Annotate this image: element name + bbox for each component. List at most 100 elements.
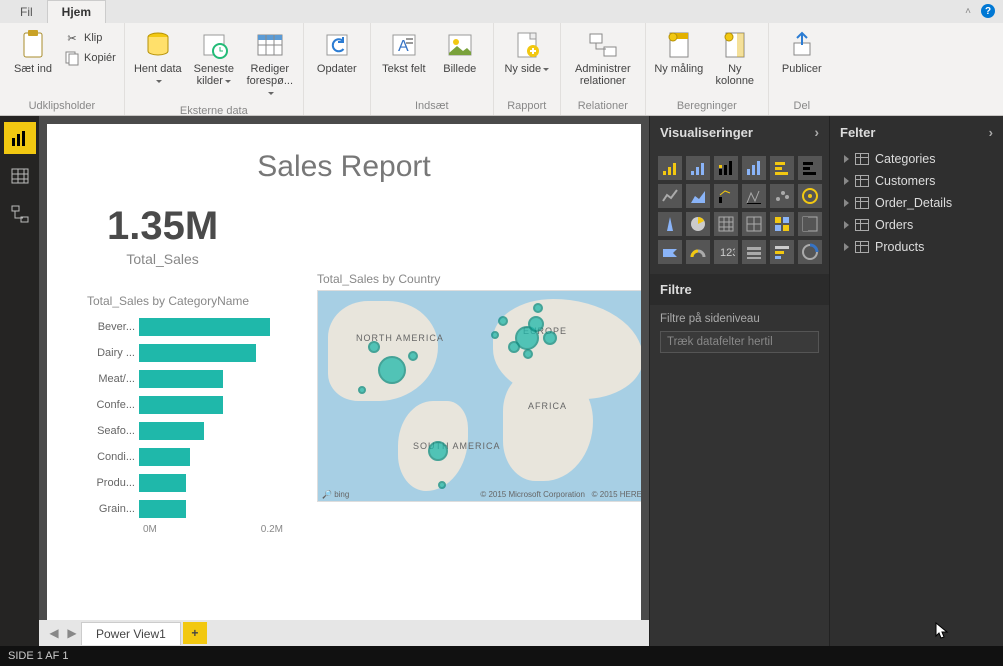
bar-row[interactable]: Grain... xyxy=(87,498,297,520)
get-data-button[interactable]: Hent data xyxy=(131,25,185,91)
publish-button[interactable]: Publicer xyxy=(775,25,829,79)
new-column-label: Ny kolonne xyxy=(708,63,762,87)
textbox-label: Tekst felt xyxy=(382,63,425,75)
nav-report-view[interactable] xyxy=(4,122,36,154)
field-table-label: Orders xyxy=(875,218,913,232)
column-icon xyxy=(719,29,751,61)
edit-queries-button[interactable]: Rediger forespø... xyxy=(243,25,297,103)
collapse-viz-icon[interactable]: › xyxy=(814,124,819,140)
tab-home[interactable]: Hjem xyxy=(47,0,106,23)
cut-button[interactable]: ✂ Klip xyxy=(62,29,118,47)
viz-type-icon[interactable] xyxy=(770,156,794,180)
bar-fill xyxy=(139,396,223,414)
viz-type-icon[interactable] xyxy=(742,240,766,264)
field-table-item[interactable]: Products xyxy=(830,236,1003,258)
viz-type-icon[interactable] xyxy=(770,212,794,236)
textbox-button[interactable]: A Tekst felt xyxy=(377,25,431,79)
image-label: Billede xyxy=(443,63,476,75)
viz-type-icon[interactable] xyxy=(770,184,794,208)
tab-file[interactable]: Fil xyxy=(6,1,47,23)
field-table-item[interactable]: Customers xyxy=(830,170,1003,192)
viz-type-icon[interactable] xyxy=(714,212,738,236)
bar-chart-axis: 0M0.2M xyxy=(143,524,283,535)
bar-row[interactable]: Confe... xyxy=(87,394,297,416)
new-measure-button[interactable]: Ny måling xyxy=(652,25,706,79)
viz-type-icon[interactable] xyxy=(770,240,794,264)
viz-type-icon[interactable] xyxy=(658,212,682,236)
viz-type-icon[interactable] xyxy=(798,184,822,208)
ribbon-group-share: Publicer Del xyxy=(769,23,835,115)
viz-type-icon[interactable] xyxy=(658,184,682,208)
viz-type-icon[interactable] xyxy=(742,184,766,208)
field-table-item[interactable]: Order_Details xyxy=(830,192,1003,214)
help-icon[interactable]: ? xyxy=(981,4,995,18)
viz-type-icon[interactable] xyxy=(686,240,710,264)
viz-type-icon[interactable] xyxy=(658,240,682,264)
bar-row[interactable]: Produ... xyxy=(87,472,297,494)
ribbon-group-external-data: Hent data Seneste kilder Rediger forespø… xyxy=(125,23,304,115)
filters-header: Filtre xyxy=(650,274,829,305)
add-page-button[interactable]: + xyxy=(183,622,207,644)
copy-button[interactable]: Kopiér xyxy=(62,49,118,67)
collapse-ribbon-icon[interactable]: ˄ xyxy=(965,6,971,17)
field-table-item[interactable]: Categories xyxy=(830,148,1003,170)
ribbon-group-relations: Administrer relationer Relationer xyxy=(561,23,646,115)
refresh-button[interactable]: Opdater xyxy=(310,25,364,79)
viz-type-icon[interactable] xyxy=(686,156,710,180)
viz-type-icon[interactable] xyxy=(714,156,738,180)
group-label-insert: Indsæt xyxy=(377,98,487,115)
refresh-label: Opdater xyxy=(317,63,357,75)
bar-row[interactable]: Meat/... xyxy=(87,368,297,390)
bar-row[interactable]: Dairy ... xyxy=(87,342,297,364)
map-visual[interactable]: Total_Sales by Country NORTH AMERICA EUR… xyxy=(317,272,641,502)
stage: Sales Report 1.35M Total_Sales Total_Sal… xyxy=(0,116,1003,646)
relations-icon xyxy=(587,29,619,61)
image-button[interactable]: Billede xyxy=(433,25,487,79)
fields-title: Felter xyxy=(840,125,875,140)
page-tab-next[interactable]: ▶ xyxy=(63,626,81,640)
table-edit-icon xyxy=(254,29,286,61)
ribbon-group-calculations: Ny måling Ny kolonne Beregninger xyxy=(646,23,769,115)
bar-row[interactable]: Bever... xyxy=(87,316,297,338)
paste-button[interactable]: Sæt ind xyxy=(6,25,60,79)
map-body[interactable]: NORTH AMERICA EUROPE AFRICA SOUTH AMERIC… xyxy=(317,290,641,502)
nav-model-view[interactable] xyxy=(4,198,36,230)
group-label-clipboard: Udklipsholder xyxy=(6,98,118,115)
bar-chart[interactable]: Total_Sales by CategoryName Bever...Dair… xyxy=(87,294,297,535)
viz-type-icon[interactable] xyxy=(742,212,766,236)
bar-category-label: Produ... xyxy=(87,477,139,489)
report-canvas[interactable]: Sales Report 1.35M Total_Sales Total_Sal… xyxy=(47,124,641,620)
map-title: Total_Sales by Country xyxy=(317,272,641,286)
measure-icon xyxy=(663,29,695,61)
ribbon-group-insert: A Tekst felt Billede Indsæt xyxy=(371,23,494,115)
expand-icon xyxy=(844,221,849,229)
table-icon xyxy=(855,219,869,231)
viz-type-icon[interactable] xyxy=(798,212,822,236)
group-label-report: Rapport xyxy=(500,98,554,115)
recent-sources-button[interactable]: Seneste kilder xyxy=(187,25,241,91)
nav-data-view[interactable] xyxy=(4,160,36,192)
viz-type-icon[interactable] xyxy=(798,156,822,180)
table-icon xyxy=(855,241,869,253)
viz-type-icon[interactable] xyxy=(686,184,710,208)
viz-type-icon[interactable] xyxy=(798,240,822,264)
new-page-button[interactable]: Ny side xyxy=(500,25,554,79)
collapse-fields-icon[interactable]: › xyxy=(989,125,993,140)
field-table-item[interactable]: Orders xyxy=(830,214,1003,236)
page-tab[interactable]: Power View1 xyxy=(81,622,181,645)
bar-row[interactable]: Condi... xyxy=(87,446,297,468)
left-nav xyxy=(0,116,39,646)
kpi-card[interactable]: 1.35M Total_Sales xyxy=(107,204,218,267)
viz-type-icon[interactable] xyxy=(714,184,738,208)
new-column-button[interactable]: Ny kolonne xyxy=(708,25,762,91)
viz-type-icon[interactable]: 123 xyxy=(714,240,738,264)
bar-category-label: Grain... xyxy=(87,503,139,515)
bar-fill xyxy=(139,318,270,336)
viz-type-icon[interactable] xyxy=(658,156,682,180)
bar-row[interactable]: Seafo... xyxy=(87,420,297,442)
filters-dropzone[interactable]: Træk datafelter hertil xyxy=(660,331,819,353)
viz-type-icon[interactable] xyxy=(742,156,766,180)
viz-type-icon[interactable] xyxy=(686,212,710,236)
page-tab-prev[interactable]: ◀ xyxy=(45,626,63,640)
manage-relations-button[interactable]: Administrer relationer xyxy=(567,25,639,91)
